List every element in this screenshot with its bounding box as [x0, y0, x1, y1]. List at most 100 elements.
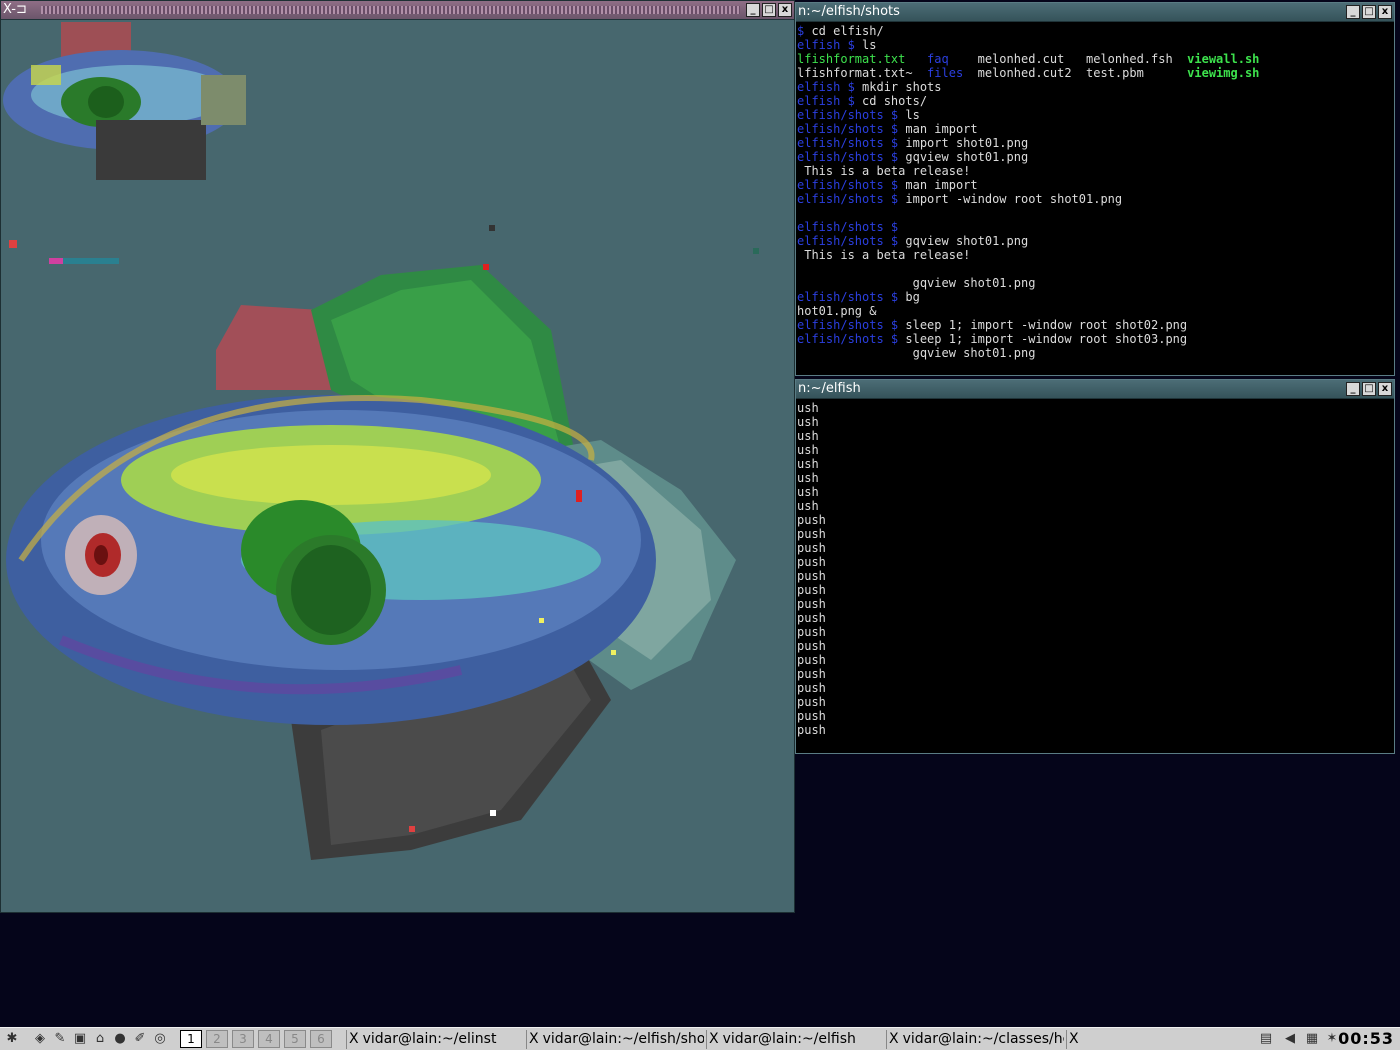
terminal-line: push [797, 527, 826, 541]
maximize-button[interactable]: □ [1362, 5, 1376, 19]
terminal-output[interactable]: ush ush ush ush ush ush ush ush push push push push… [796, 399, 1394, 753]
desktop-1[interactable]: 1 [180, 1030, 202, 1048]
terminal-line: ush [797, 499, 819, 513]
task-elinst[interactable]: Ⅹvidar@lain:~/elinst [346, 1030, 524, 1049]
shell-prompt: elfish/shots $ [797, 150, 906, 164]
fish-image [1, 20, 794, 912]
shell-prompt: elfish/shots $ [797, 220, 906, 234]
terminal-text: gqview shot01.png [905, 234, 1029, 248]
clipboard-icon[interactable]: ▤ [1258, 1031, 1274, 1047]
terminal-text: melonhed.cut melonhed.fsh [977, 52, 1188, 66]
image-viewer-window[interactable]: X-⊐ _ □ x [0, 0, 795, 913]
terminal-line: $ cd elfish/ [797, 24, 1394, 38]
terminal-line: elfish/shots $ [797, 220, 1394, 234]
terminal-line: hot01.png & [797, 304, 1394, 318]
maximize-button[interactable]: □ [762, 3, 776, 17]
terminal-icon[interactable]: ▣ [72, 1031, 88, 1047]
minimize-button[interactable]: _ [746, 3, 760, 17]
desktop-5[interactable]: 5 [284, 1030, 306, 1048]
terminal-titlebar[interactable]: n:~/elfish _ □ x [796, 380, 1394, 399]
terminal-titlebar[interactable]: n:~/elfish/shots _ □ x [796, 3, 1394, 22]
shell-prompt: $ [797, 24, 812, 38]
terminal-text: This is a beta release! [797, 248, 971, 262]
viewer-titlebar[interactable]: X-⊐ _ □ x [1, 1, 794, 20]
terminal-line: push [797, 709, 826, 723]
terminal-text: mkdir shots [862, 80, 942, 94]
x-app-icon: Ⅹ [709, 1031, 719, 1047]
kde-menu-icon[interactable]: ✱ [4, 1031, 20, 1047]
terminal-line: ush [797, 443, 819, 457]
terminal-line: elfish/shots $ import -window root shot0… [797, 192, 1394, 206]
pixelated-fish-image [3, 22, 759, 860]
home-icon[interactable]: ⌂ [92, 1031, 108, 1047]
terminal-line: elfish/shots $ bg [797, 290, 1394, 304]
browser-icon[interactable]: ● [112, 1031, 128, 1047]
maximize-button[interactable]: □ [1362, 382, 1376, 396]
shell-prompt: elfish/shots $ [797, 290, 906, 304]
x-app-icon: Ⅹ [1069, 1031, 1079, 1047]
desktop-6[interactable]: 6 [310, 1030, 332, 1048]
close-button[interactable]: x [1378, 382, 1392, 396]
show-desktop-icon[interactable]: ◈ [32, 1031, 48, 1047]
shell-prompt: elfish/shots $ [797, 332, 906, 346]
shell-prompt: elfish/shots $ [797, 108, 906, 122]
close-button[interactable]: x [1378, 5, 1392, 19]
terminal-text: import shot01.png [905, 136, 1029, 150]
help-icon[interactable]: ◎ [152, 1031, 168, 1047]
terminal-text: melonhed.cut2 test.pbm [977, 66, 1188, 80]
terminal-line: lfishformat.txt~ files melonhed.cut2 tes… [797, 66, 1394, 80]
terminal-text: sleep 1; import -window root shot03.png [905, 332, 1188, 346]
terminal-line: push [797, 597, 826, 611]
terminal-window-shots[interactable]: n:~/elfish/shots _ □ x $ cd elfish/elfis… [795, 2, 1395, 376]
terminal-text: viewimg.sh [1187, 66, 1260, 80]
terminal-text: This is a beta release! [797, 164, 971, 178]
close-button[interactable]: x [778, 3, 792, 17]
volume-icon[interactable]: ◀ [1282, 1031, 1298, 1047]
terminal-text: man import [905, 178, 978, 192]
clock: 00:53 [1338, 1029, 1394, 1048]
desktop-4[interactable]: 4 [258, 1030, 280, 1048]
editor-icon[interactable]: ✐ [132, 1031, 148, 1047]
task-label: vidar@lain:~/classes/hc [902, 1031, 1064, 1047]
terminal-line: push [797, 723, 826, 737]
task-image-viewer[interactable]: Ⅹ [1066, 1030, 1244, 1049]
terminal-line: This is a beta release! [797, 248, 1394, 262]
minimize-button[interactable]: _ [1346, 5, 1360, 19]
shell-icon[interactable]: ✎ [52, 1031, 68, 1047]
shell-prompt: elfish/shots $ [797, 318, 906, 332]
terminal-text: lfishformat.txt [797, 52, 928, 66]
terminal-window-elfish[interactable]: n:~/elfish _ □ x ush ush ush ush ush ush ush us… [795, 379, 1395, 754]
monitor-icon[interactable]: ▦ [1304, 1031, 1320, 1047]
task-classes[interactable]: Ⅹvidar@lain:~/classes/hc [886, 1030, 1064, 1049]
x-app-icon: Ⅹ [889, 1031, 899, 1047]
task-elfish-shots[interactable]: Ⅹvidar@lain:~/elfish/shots [526, 1030, 704, 1049]
terminal-text: lfishformat.txt~ [797, 66, 928, 80]
desktop-2[interactable]: 2 [206, 1030, 228, 1048]
task-label: vidar@lain:~/elinst [362, 1031, 497, 1047]
shell-prompt: elfish/shots $ [797, 178, 906, 192]
terminal-line: ush [797, 485, 819, 499]
terminal-line: ush [797, 471, 819, 485]
shell-prompt: elfish/shots $ [797, 122, 906, 136]
minimize-button[interactable]: _ [1346, 382, 1360, 396]
terminal-line: lfishformat.txt faq melonhed.cut melonhe… [797, 52, 1394, 66]
terminal-output[interactable]: $ cd elfish/elfish $ ls lfishformat.txt f… [796, 22, 1394, 375]
terminal-text: cd shots/ [862, 94, 928, 108]
terminal-line: push [797, 569, 826, 583]
big-fish [6, 265, 736, 860]
taskbar: ✱ ◈ ✎ ▣ ⌂ ● ✐ ◎ 1 2 3 4 5 6 Ⅹvidar@lain:… [0, 1027, 1400, 1050]
terminal-line: ush [797, 457, 819, 471]
terminal-line: gqview shot01.png [797, 276, 1394, 290]
terminal-line: elfish/shots $ ls [797, 108, 1394, 122]
shell-prompt: elfish/shots $ [797, 136, 906, 150]
window-title: n:~/elfish/shots [798, 4, 900, 19]
desktop-3[interactable]: 3 [232, 1030, 254, 1048]
x-app-icon: Ⅹ [349, 1031, 359, 1047]
task-elfish[interactable]: Ⅹvidar@lain:~/elfish [706, 1030, 884, 1049]
x-app-icon: Ⅹ [529, 1031, 539, 1047]
terminal-line: push [797, 695, 826, 709]
terminal-line: elfish/shots $ gqview shot01.png [797, 234, 1394, 248]
terminal-line: push [797, 513, 826, 527]
terminal-text: viewall.sh [1187, 52, 1260, 66]
